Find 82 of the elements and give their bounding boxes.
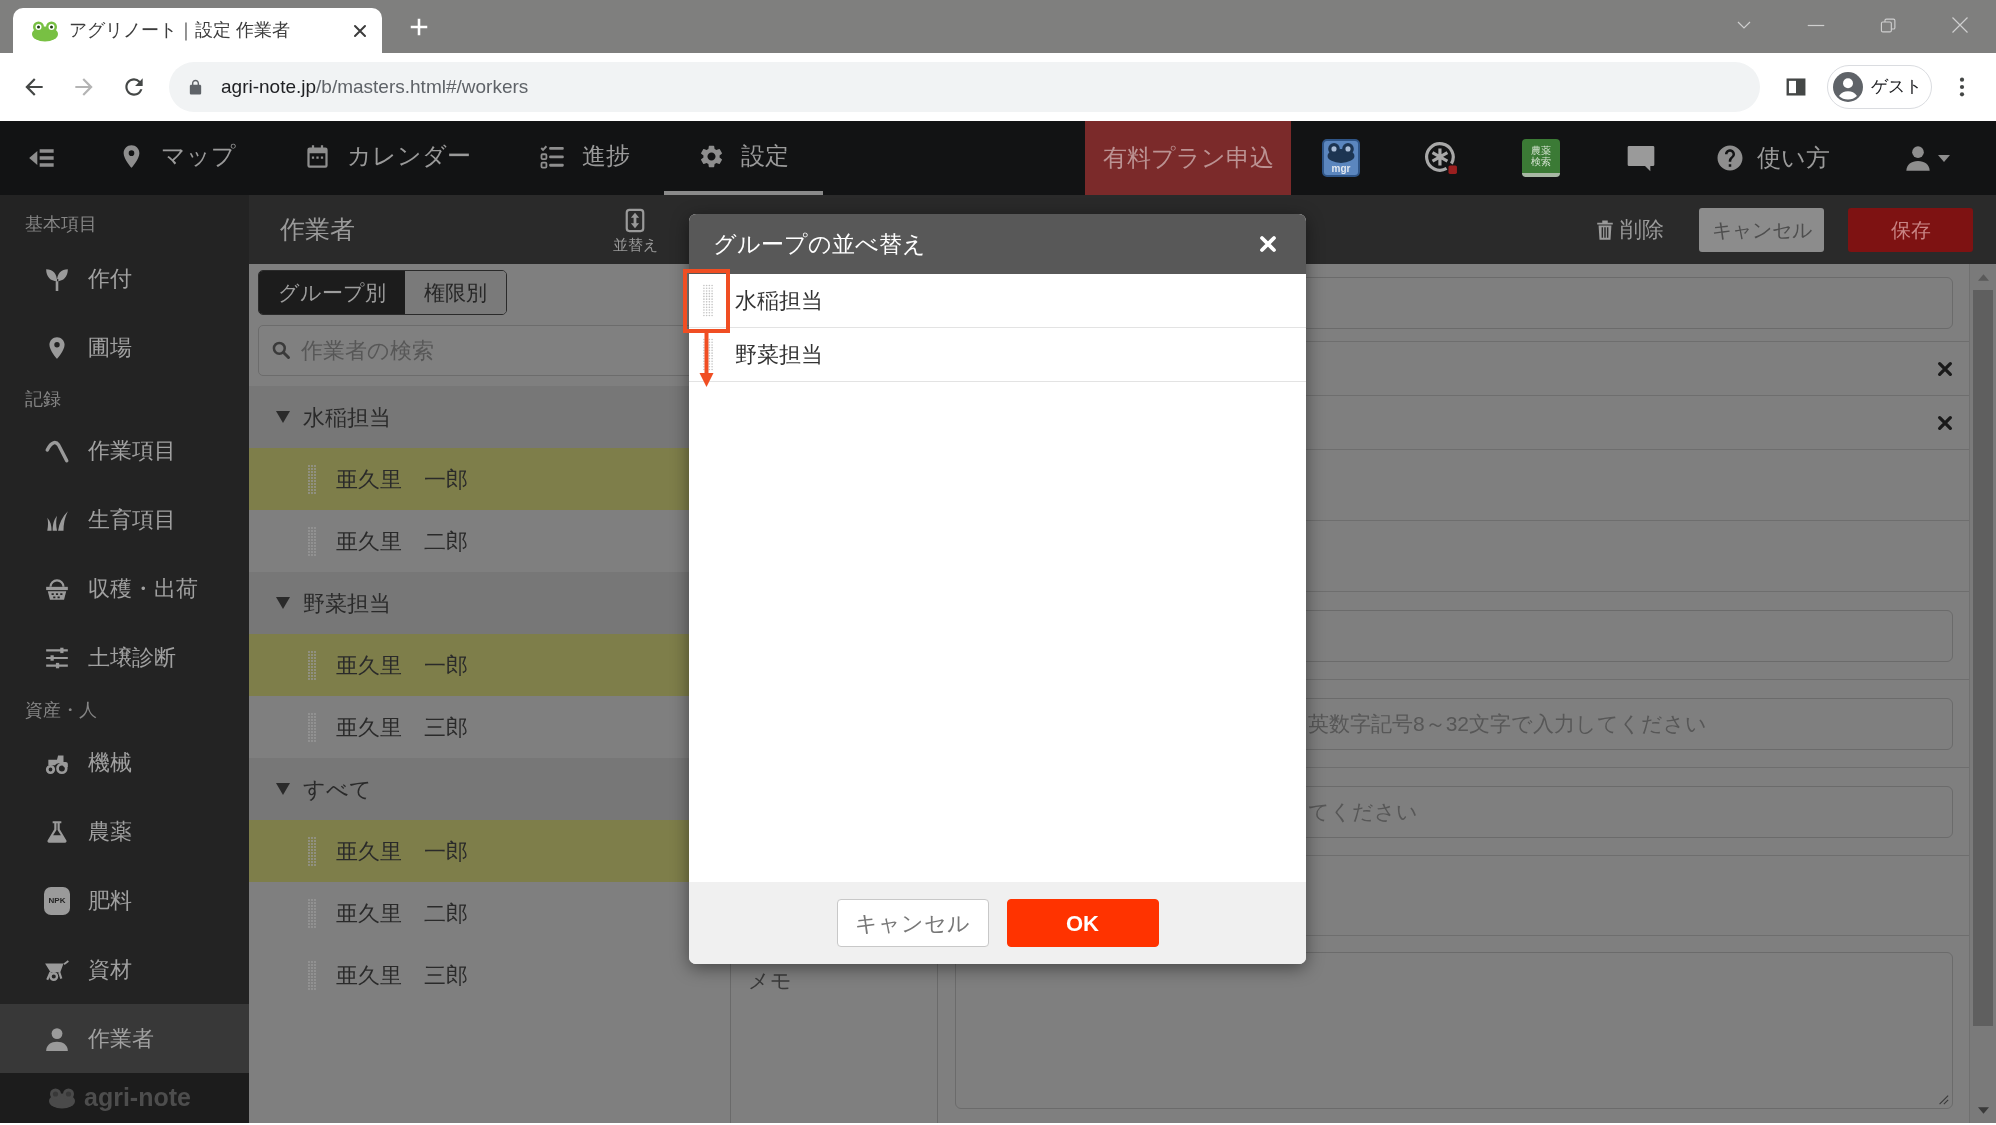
drag-handle-icon[interactable] (703, 337, 713, 372)
member-name: 亜久里 二郎 (336, 527, 468, 556)
book-button[interactable]: 農薬検索 (1522, 139, 1560, 177)
close-icon[interactable] (1937, 414, 1953, 431)
sidebar-item[interactable]: 農薬 (0, 797, 249, 866)
drag-handle-icon[interactable] (308, 464, 316, 494)
nav-tab[interactable]: 進捗 (505, 121, 664, 195)
upgrade-button[interactable]: 有料プラン申込 (1085, 121, 1291, 195)
sidebar-item[interactable]: 資材 (0, 935, 249, 1004)
sidebar-item[interactable]: 収穫・出荷 (0, 554, 249, 623)
scroll-up-arrow-icon[interactable] (1977, 273, 1989, 281)
group-name: 野菜担当 (303, 589, 391, 618)
frog-icon (48, 1087, 76, 1109)
frog-icon (31, 19, 59, 42)
sort-button[interactable]: 並替え (612, 207, 658, 252)
restore-icon[interactable] (1879, 16, 1897, 34)
dialog-title: グループの並べ替え (713, 229, 926, 259)
group-name: 野菜担当 (735, 341, 823, 369)
sidebar-item[interactable]: 作業項目 (0, 416, 249, 485)
url-text: agri-note.jp/b/masters.html#/workers (221, 74, 529, 99)
nav-tab[interactable]: マップ (84, 121, 270, 195)
profile-button[interactable]: ゲスト (1827, 65, 1932, 109)
sidebar-item[interactable]: 作付 (0, 244, 249, 313)
member-name: 亜久里 三郎 (336, 713, 468, 742)
lock-icon (187, 78, 204, 96)
sidebar-item[interactable]: 作業者 (0, 1004, 249, 1073)
person-icon (1904, 143, 1932, 173)
close-icon[interactable] (1937, 360, 1953, 377)
sidebar-item[interactable]: 圃場 (0, 313, 249, 382)
member-name: 亜久里 一郎 (336, 837, 468, 866)
minimize-icon[interactable] (1807, 23, 1825, 27)
calendar-icon (304, 142, 331, 170)
field-label: メモ (748, 968, 792, 994)
kebab-menu-icon[interactable] (1959, 76, 1965, 98)
bag-icon: NPK (44, 886, 70, 915)
page-title: 作業者 (280, 214, 355, 243)
nav-tab[interactable]: カレンダー (270, 121, 505, 195)
scrollbar[interactable] (1969, 264, 1996, 1123)
member-name: 亜久里 二郎 (336, 899, 468, 928)
browser-tab[interactable]: アグリノート｜設定 作業者 (13, 8, 382, 53)
resize-grip-icon[interactable] (1937, 1093, 1949, 1105)
sidebar-item[interactable]: 生育項目 (0, 485, 249, 554)
drag-handle-icon[interactable] (308, 650, 316, 680)
search-icon (271, 340, 291, 360)
view-tab[interactable]: グループ別 (259, 271, 405, 314)
group-name: 水稲担当 (735, 287, 823, 315)
member-name: 亜久里 一郎 (336, 465, 468, 494)
sidebar-item[interactable]: NPK 肥料 (0, 866, 249, 935)
arrow (699, 333, 714, 387)
section-heading: 資産・人 (25, 698, 97, 722)
delete-button[interactable]: 削除 (1594, 213, 1664, 246)
trash-icon (1594, 217, 1616, 242)
help-button[interactable]: 使い方 (1691, 121, 1870, 195)
scrollbar-thumb[interactable] (1973, 290, 1993, 1026)
side-panel-icon[interactable] (1785, 76, 1807, 98)
section-heading: 基本項目 (25, 212, 97, 236)
sidebar-item[interactable]: 土壌診断 (0, 623, 249, 692)
flask-icon (44, 818, 70, 845)
save-button[interactable]: 保存 (1848, 207, 1973, 252)
drag-handle-icon[interactable] (308, 836, 316, 866)
drag-handle-icon[interactable] (703, 283, 713, 318)
view-tab[interactable]: 権限別 (405, 271, 506, 314)
sidebar-item[interactable]: 機械 (0, 728, 249, 797)
help-icon (1715, 143, 1745, 173)
address-bar[interactable]: agri-note.jp/b/masters.html#/workers (169, 62, 1760, 112)
tab-title: アグリノート｜設定 作業者 (69, 19, 291, 43)
avatar-icon (1833, 72, 1863, 102)
asterisk-circle-icon[interactable] (1424, 141, 1458, 175)
ok-button[interactable]: OK (1006, 899, 1159, 947)
frog-tile-button[interactable]: mgr (1322, 139, 1360, 177)
group-name: 水稲担当 (303, 403, 391, 432)
frog-icon (1327, 142, 1355, 163)
scroll-down-arrow-icon[interactable] (1977, 1106, 1989, 1114)
member-name: 亜久里 一郎 (336, 651, 468, 680)
caret-icon (1938, 154, 1950, 162)
cancel-button[interactable]: キャンセル (836, 899, 989, 947)
list-item[interactable]: 水稲担当 (689, 274, 1306, 328)
section-heading: 記録 (25, 387, 61, 411)
member-name: 亜久里 三郎 (336, 961, 468, 990)
text-area[interactable] (955, 952, 1953, 1109)
group-name: すべて (303, 775, 372, 804)
person-icon (44, 1025, 70, 1052)
